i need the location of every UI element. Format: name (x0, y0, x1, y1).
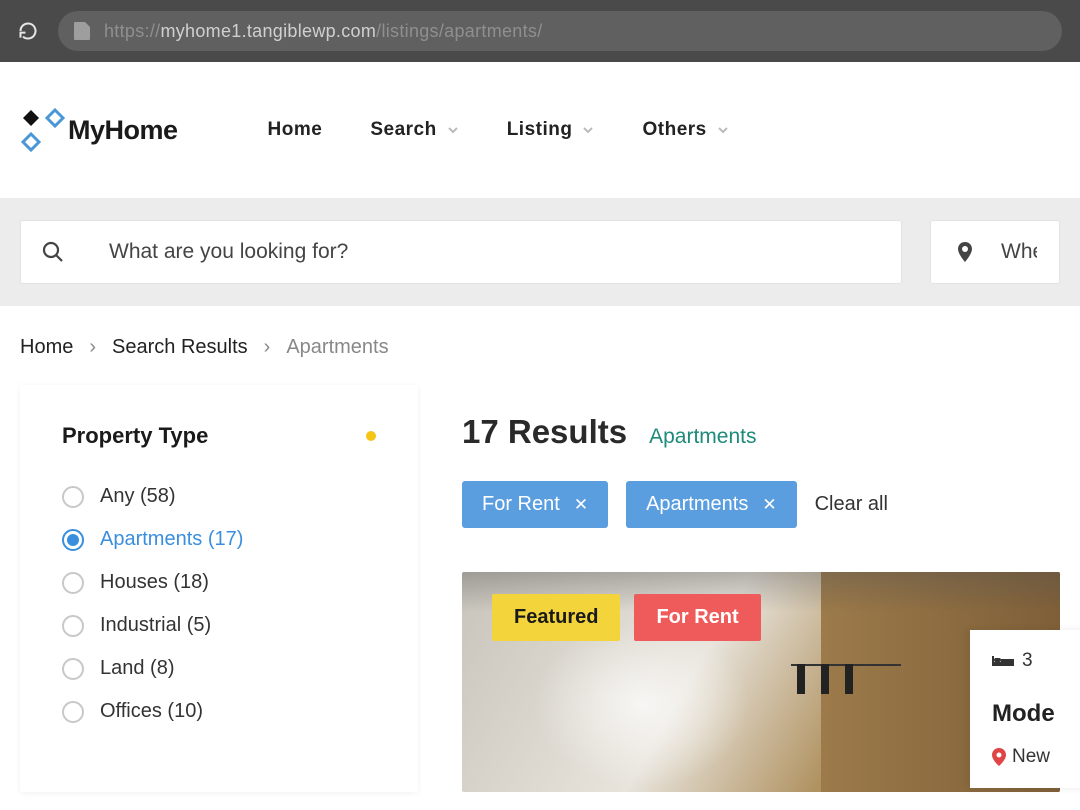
filter-offices[interactable]: Offices (10) (62, 700, 376, 723)
badge-for-rent: For Rent (634, 594, 760, 641)
sidebar-property-type: Property Type Any (58) Apartments (17) H… (20, 385, 418, 792)
chevron-down-icon (447, 124, 459, 136)
indicator-dot-icon (366, 431, 376, 441)
nav-search[interactable]: Search (370, 119, 458, 141)
breadcrumb: Home › Search Results › Apartments (0, 306, 1080, 385)
address-bar[interactable]: https://myhome1.tangiblewp.com/listings/… (58, 11, 1062, 51)
page-icon (74, 22, 90, 40)
location-input[interactable] (1001, 240, 1037, 264)
clear-all[interactable]: Clear all (815, 493, 888, 516)
crumb-home[interactable]: Home (20, 336, 73, 359)
nav-others[interactable]: Others (642, 119, 728, 141)
logo-text: MyHome (68, 115, 178, 146)
radio-icon (62, 701, 84, 723)
site-header: MyHome Home Search Listing Others (0, 62, 1080, 198)
pin-icon (992, 748, 1006, 766)
filter-apartments[interactable]: Apartments (17) (62, 528, 376, 551)
results-tag: Apartments (649, 425, 756, 449)
filter-houses[interactable]: Houses (18) (62, 571, 376, 594)
search-box-main[interactable] (20, 220, 902, 284)
radio-icon (62, 658, 84, 680)
close-icon[interactable]: ✕ (574, 495, 588, 515)
chip-for-rent[interactable]: For Rent✕ (462, 481, 608, 528)
listing-location: New (992, 746, 1080, 768)
filter-any[interactable]: Any (58) (62, 485, 376, 508)
logo-mark (20, 107, 66, 153)
sidebar-title: Property Type (62, 423, 208, 449)
beds-meta: 3 (992, 650, 1080, 672)
radio-icon (62, 529, 84, 551)
results-count: 17 Results (462, 413, 627, 451)
url-text: https://myhome1.tangiblewp.com/listings/… (104, 21, 543, 42)
radio-icon (62, 486, 84, 508)
bed-icon (992, 653, 1014, 669)
nav-listing[interactable]: Listing (507, 119, 595, 141)
crumb-results[interactable]: Search Results (112, 336, 248, 359)
crumb-current: Apartments (286, 336, 388, 359)
main-nav: Home Search Listing Others (268, 119, 729, 141)
nav-home[interactable]: Home (268, 119, 323, 141)
badge-featured: Featured (492, 594, 620, 641)
reload-icon[interactable] (18, 21, 38, 41)
filter-land[interactable]: Land (8) (62, 657, 376, 680)
main-layout: Property Type Any (58) Apartments (17) H… (0, 385, 1080, 792)
filter-industrial[interactable]: Industrial (5) (62, 614, 376, 637)
browser-chrome: https://myhome1.tangiblewp.com/listings/… (0, 0, 1080, 62)
search-icon (41, 240, 65, 264)
chevron-right-icon: › (89, 336, 96, 359)
chevron-down-icon (717, 124, 729, 136)
listing-detail-card[interactable]: 3 Mode New (970, 630, 1080, 788)
close-icon[interactable]: ✕ (762, 495, 776, 515)
location-icon (953, 240, 977, 264)
listing-title: Mode (992, 700, 1080, 728)
chip-apartments[interactable]: Apartments✕ (626, 481, 797, 528)
search-box-location[interactable] (930, 220, 1060, 284)
chevron-right-icon: › (264, 336, 271, 359)
chevron-down-icon (582, 124, 594, 136)
radio-icon (62, 572, 84, 594)
logo[interactable]: MyHome (20, 107, 178, 153)
search-strip (0, 198, 1080, 306)
radio-icon (62, 615, 84, 637)
search-input[interactable] (109, 240, 881, 264)
